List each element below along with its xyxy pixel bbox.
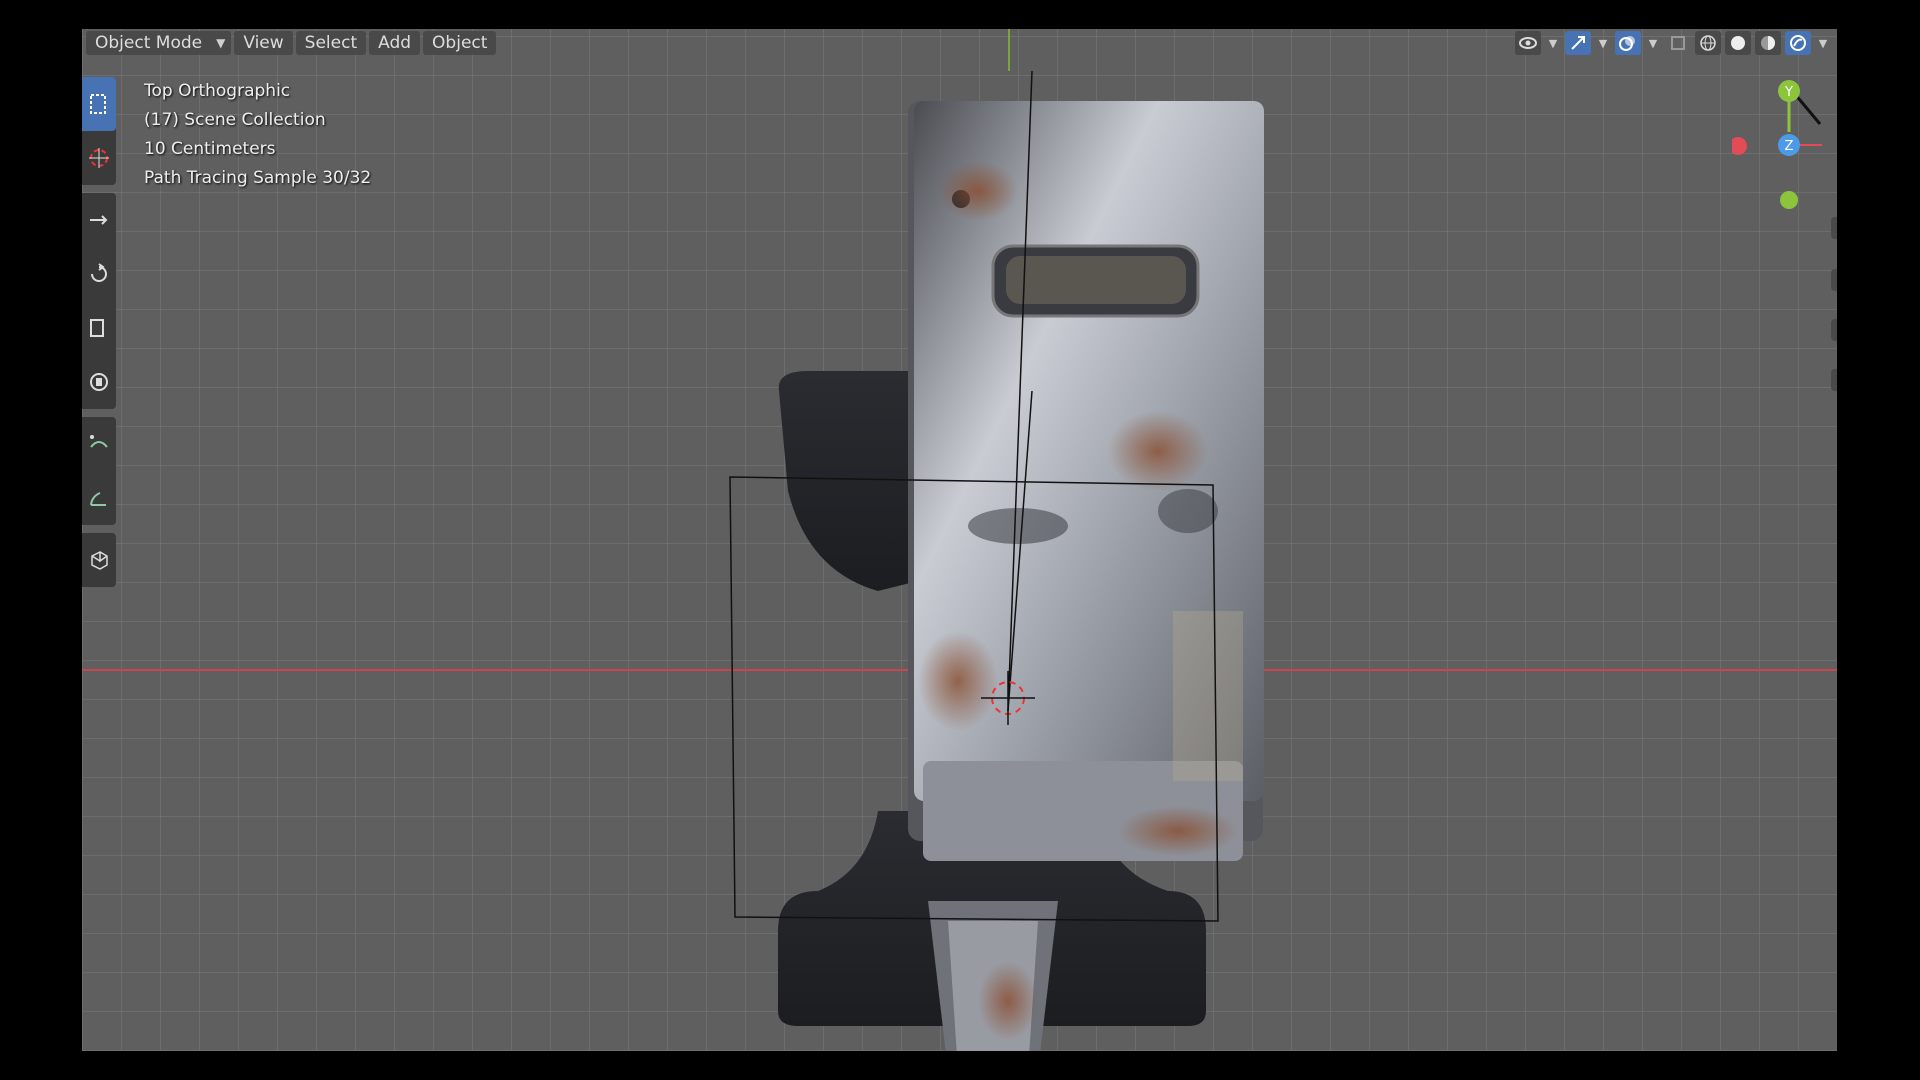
navigation-gizmo[interactable]: Y Z bbox=[1732, 69, 1822, 249]
viewport-header: Object Mode ▼ View Select Add Object ▼ ▼… bbox=[82, 29, 1837, 57]
measure-tool-icon[interactable] bbox=[82, 471, 116, 525]
mode-label: Object Mode bbox=[95, 33, 203, 53]
select-box-icon[interactable] bbox=[82, 77, 116, 131]
material-icon[interactable] bbox=[1755, 31, 1781, 55]
zoom-button[interactable] bbox=[1831, 217, 1837, 239]
chevron-down-icon[interactable]: ▼ bbox=[1595, 31, 1611, 55]
mode-dropdown[interactable]: Object Mode ▼ bbox=[86, 31, 232, 55]
perspective-button[interactable] bbox=[1831, 369, 1837, 391]
rendered-icon[interactable] bbox=[1785, 31, 1811, 55]
anvil-model[interactable] bbox=[678, 71, 1308, 1051]
solid-icon[interactable] bbox=[1725, 31, 1751, 55]
wireframe-icon[interactable] bbox=[1695, 31, 1721, 55]
viewport-info: Top Orthographic (17) Scene Collection 1… bbox=[144, 77, 371, 193]
header-right-tools: ▼ ▼ ▼ ▼ bbox=[1515, 31, 1831, 55]
menu-add[interactable]: Add bbox=[369, 31, 421, 55]
gizmo-neg-x-axis[interactable] bbox=[1732, 137, 1747, 155]
camera-button[interactable] bbox=[1831, 319, 1837, 341]
xray-icon[interactable] bbox=[1665, 31, 1691, 55]
render-status: Path Tracing Sample 30/32 bbox=[144, 168, 372, 188]
svg-text:Z: Z bbox=[1785, 139, 1794, 154]
chevron-down-icon[interactable]: ▼ bbox=[1645, 31, 1661, 55]
gizmo-icon[interactable] bbox=[1565, 31, 1591, 55]
chevron-down-icon: ▼ bbox=[216, 36, 226, 50]
annotate-tool-icon[interactable] bbox=[82, 417, 116, 471]
grid-scale: 10 Centimeters bbox=[144, 139, 276, 159]
chevron-down-icon[interactable]: ▼ bbox=[1815, 31, 1831, 55]
gizmo-neg-y-axis[interactable] bbox=[1780, 191, 1798, 209]
cursor-tool-icon[interactable] bbox=[82, 131, 116, 185]
rotate-tool-icon[interactable] bbox=[82, 247, 116, 301]
collection-name: (17) Scene Collection bbox=[144, 110, 326, 130]
overlay-icon[interactable] bbox=[1615, 31, 1641, 55]
menu-object[interactable]: Object bbox=[423, 31, 497, 55]
scale-tool-icon[interactable] bbox=[82, 301, 116, 355]
pan-button[interactable] bbox=[1831, 269, 1837, 291]
menu-select[interactable]: Select bbox=[295, 31, 367, 55]
tool-shelf bbox=[82, 77, 116, 595]
menu-view[interactable]: View bbox=[234, 31, 293, 55]
3d-viewport[interactable]: Object Mode ▼ View Select Add Object ▼ ▼… bbox=[82, 29, 1837, 1051]
svg-text:Y: Y bbox=[1784, 85, 1793, 100]
chevron-down-icon[interactable]: ▼ bbox=[1545, 31, 1561, 55]
transform-tool-icon[interactable] bbox=[82, 355, 116, 409]
view-name: Top Orthographic bbox=[144, 81, 291, 101]
move-tool-icon[interactable] bbox=[82, 193, 116, 247]
visibility-icon[interactable] bbox=[1515, 31, 1541, 55]
add-cube-tool-icon[interactable] bbox=[82, 533, 116, 587]
